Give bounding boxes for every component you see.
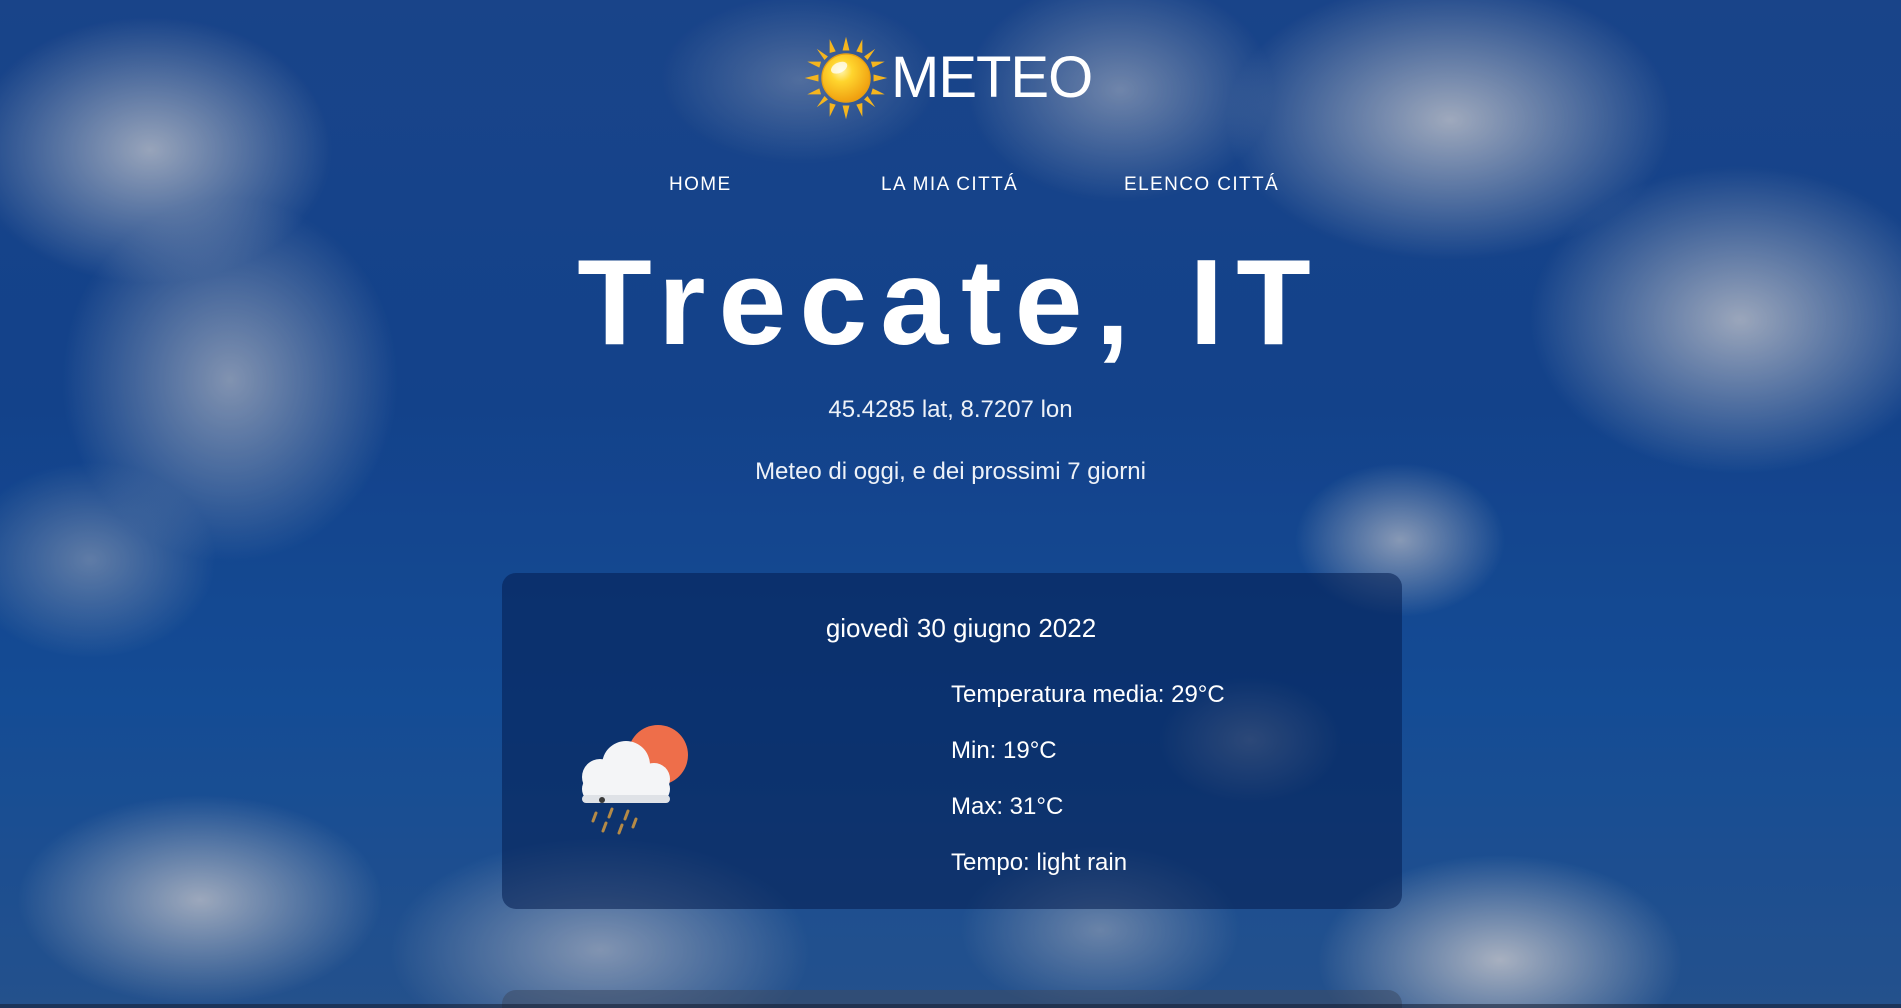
nav-item-la-mia-citta[interactable]: LA MIA CITTÁ	[881, 174, 1018, 196]
min-temperature: Min: 19°C	[951, 737, 1057, 764]
coordinates: 45.4285 lat, 8.7207 lon	[828, 396, 1073, 423]
average-temperature: Temperatura media: 29°C	[951, 681, 1225, 708]
nav-item-home[interactable]: HOME	[669, 174, 732, 196]
cloud-sun-rain-icon	[582, 725, 688, 835]
nav-item-elenco-citta[interactable]: ELENCO CITTÁ	[1124, 174, 1279, 196]
weather-condition: Tempo: light rain	[951, 849, 1128, 876]
page: METEO HOME LA MIA CITTÁ ELENCO CITTÁ Tre…	[0, 0, 1901, 1008]
main-nav: HOME LA MIA CITTÁ ELENCO CITTÁ	[0, 174, 1901, 198]
bottom-edge	[0, 1004, 1901, 1008]
forecast-date: giovedì 30 giugno 2022	[825, 613, 1097, 643]
logo[interactable]: METEO	[803, 33, 1093, 123]
city-title: Trecate, IT	[577, 234, 1324, 370]
sun-icon	[804, 36, 888, 120]
logo-text: METEO	[891, 45, 1093, 110]
forecast-subtitle: Meteo di oggi, e dei prossimi 7 giorni	[755, 458, 1146, 485]
forecast-card: giovedì 30 giugno 2022 Temperatura media…	[502, 573, 1402, 909]
max-temperature: Max: 31°C	[951, 793, 1064, 820]
